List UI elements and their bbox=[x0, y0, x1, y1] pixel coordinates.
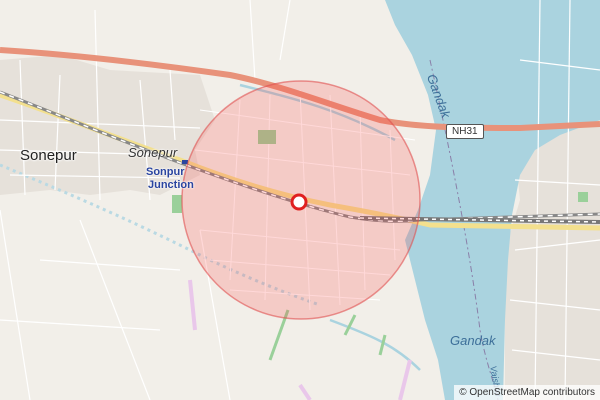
station-label-line2: Junction bbox=[148, 179, 194, 191]
river-label-bottom: Gandak bbox=[450, 333, 496, 348]
highway-shield: NH31 bbox=[446, 124, 484, 139]
copyright-symbol: © bbox=[459, 387, 467, 398]
station-label: Sonpur Junction bbox=[146, 166, 194, 192]
station-label-line1: Sonpur bbox=[146, 166, 185, 178]
map-attribution: © OpenStreetMap contributors bbox=[454, 385, 600, 400]
map-canvas[interactable] bbox=[0, 0, 600, 400]
place-label: Sonepur bbox=[128, 145, 178, 160]
park bbox=[578, 192, 588, 202]
osm-attribution-link[interactable]: OpenStreetMap contributors bbox=[469, 387, 595, 398]
location-pin-icon[interactable] bbox=[290, 193, 308, 211]
park bbox=[172, 195, 182, 213]
city-label: Sonepur bbox=[20, 147, 77, 164]
